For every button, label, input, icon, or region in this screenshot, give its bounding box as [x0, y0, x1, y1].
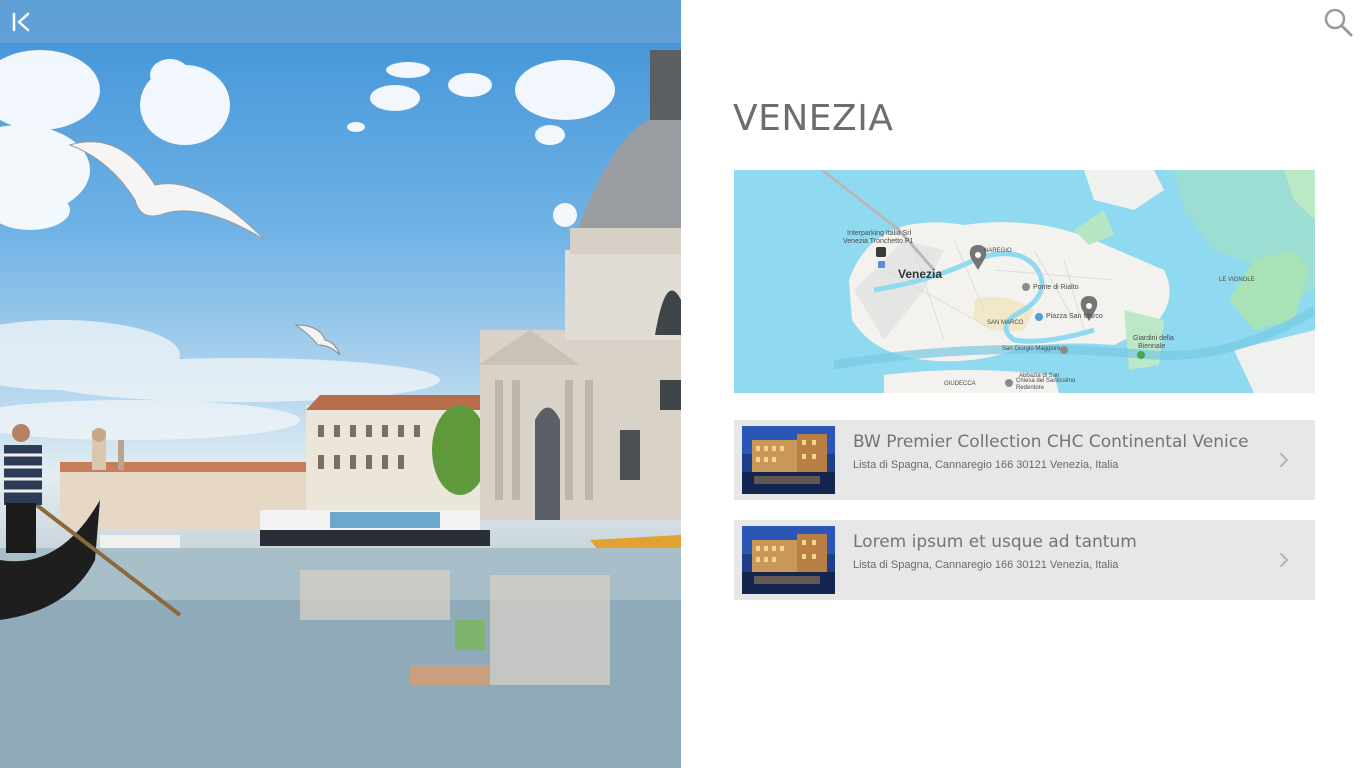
- hotel-thumbnail: [742, 426, 835, 494]
- hotel-name: Lorem ipsum et usque ad tantum: [853, 532, 1137, 552]
- hotel-address: Lista di Spagna, Cannaregio 166 30121 Ve…: [853, 559, 1119, 571]
- map-label-giudecca: GIUDECCA: [944, 381, 976, 387]
- venice-photo: [0, 50, 681, 768]
- chevron-right-icon: [1277, 552, 1291, 568]
- map-label-giardini: Giardini della: [1133, 335, 1174, 342]
- chevron-right-icon: [1277, 452, 1291, 468]
- hotel-card[interactable]: Lorem ipsum et usque ad tantum Lista di …: [734, 520, 1315, 600]
- search-icon[interactable]: [1322, 6, 1354, 38]
- hotel-name: BW Premier Collection CHC Continental Ve…: [853, 432, 1249, 452]
- hotel-card[interactable]: BW Premier Collection CHC Continental Ve…: [734, 420, 1315, 500]
- map-label-rialto: Ponte di Rialto: [1033, 284, 1079, 291]
- map-label-piazza: Piazza San Marco: [1046, 313, 1103, 320]
- map-label-giorgio: San Giorgio Maggiore: [1002, 346, 1061, 352]
- hotel-address: Lista di Spagna, Cannaregio 166 30121 Ve…: [853, 459, 1119, 471]
- map-label-parking: Interparking Italia Srl: [847, 230, 912, 237]
- map-label-biennale: Biennale: [1138, 343, 1166, 350]
- map-label-cannaregio: NAREGIO: [984, 248, 1012, 254]
- map-label-sanmarco: SAN MARCO: [987, 320, 1024, 326]
- page-title: VENEZIA: [733, 98, 894, 139]
- map-label-redentore2: Redentore: [1016, 385, 1045, 391]
- map-label-redentore1: Chiesa del Santissimo: [1016, 378, 1076, 384]
- top-bar: [0, 0, 681, 43]
- hotel-thumbnail: [742, 526, 835, 594]
- venice-map[interactable]: Venezia Interparking Italia Srl Venezia …: [734, 170, 1315, 393]
- map-label-parking2: Venezia Tronchetto P1: [843, 238, 914, 245]
- map-label-vignole: LE VIGNOLE: [1219, 277, 1255, 283]
- collapse-left-icon[interactable]: [8, 8, 36, 36]
- map-label-city: Venezia: [898, 267, 943, 281]
- hero-image: [0, 0, 681, 768]
